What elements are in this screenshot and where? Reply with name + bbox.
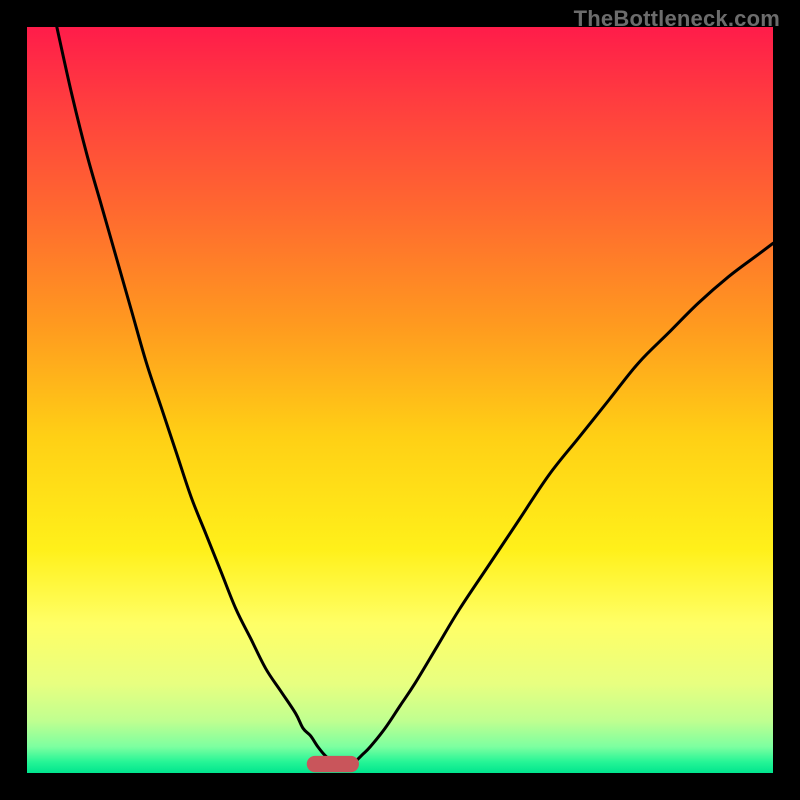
chart-background-gradient [27, 27, 773, 773]
chart-frame: TheBottleneck.com [0, 0, 800, 800]
chart-svg [27, 27, 773, 773]
chart-plot-area [27, 27, 773, 773]
optimal-marker [307, 756, 359, 772]
